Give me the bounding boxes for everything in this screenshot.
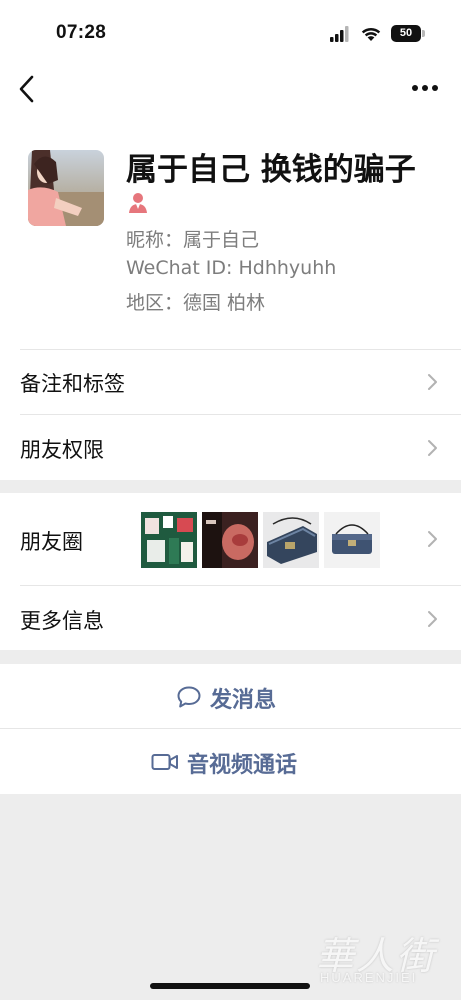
row-more-info[interactable]: 更多信息 — [20, 605, 104, 635]
send-message-label: 发消息 — [210, 688, 277, 713]
moments-photo-thumbnail[interactable] — [263, 512, 319, 568]
send-message-button[interactable]: 发消息 — [0, 664, 461, 728]
video-call-label: 音视频通话 — [187, 753, 298, 778]
female-person-icon — [129, 193, 147, 213]
divider — [20, 585, 461, 586]
row-moments[interactable]: 朋友圈 — [20, 526, 83, 556]
site-watermark: 華人街 HUARENJIEI — [308, 925, 448, 995]
battery-tip — [422, 30, 425, 37]
divider — [20, 414, 461, 415]
moments-photo-thumbnail[interactable] — [202, 512, 258, 568]
wechat-id-text: WeChat ID: Hdhhyuhh — [126, 257, 337, 279]
chat-bubble-icon — [177, 686, 201, 708]
row-remarks-tags[interactable]: 备注和标签 — [20, 368, 125, 398]
home-indicator[interactable] — [150, 983, 310, 989]
divider — [20, 349, 461, 350]
video-camera-icon — [151, 754, 178, 770]
back-arrow-icon[interactable] — [14, 72, 40, 106]
cellular-signal-icon — [330, 26, 349, 42]
watermark-text-en: HUARENJIEI — [320, 970, 418, 985]
chevron-right-icon — [428, 440, 437, 456]
battery-indicator: 50 — [391, 25, 421, 42]
region-text: 地区：德国 柏林 — [126, 292, 266, 314]
profile-name: 属于自己 换钱的骗子 — [126, 152, 416, 188]
video-call-button[interactable]: 音视频通话 — [0, 729, 461, 794]
chevron-right-icon — [428, 374, 437, 390]
chevron-right-icon — [428, 531, 437, 547]
avatar[interactable] — [28, 150, 104, 226]
status-time: 07:28 — [56, 22, 107, 43]
wifi-icon — [361, 27, 381, 41]
signal-wifi-icons — [330, 26, 381, 42]
nickname-text: 昵称：属于自己 — [126, 229, 260, 251]
more-options-icon[interactable] — [410, 78, 440, 98]
moments-photo-thumbnail[interactable] — [324, 512, 380, 568]
moments-photo-thumbnail[interactable] — [141, 512, 197, 568]
chevron-right-icon — [428, 611, 437, 627]
row-friend-permissions[interactable]: 朋友权限 — [20, 434, 104, 464]
